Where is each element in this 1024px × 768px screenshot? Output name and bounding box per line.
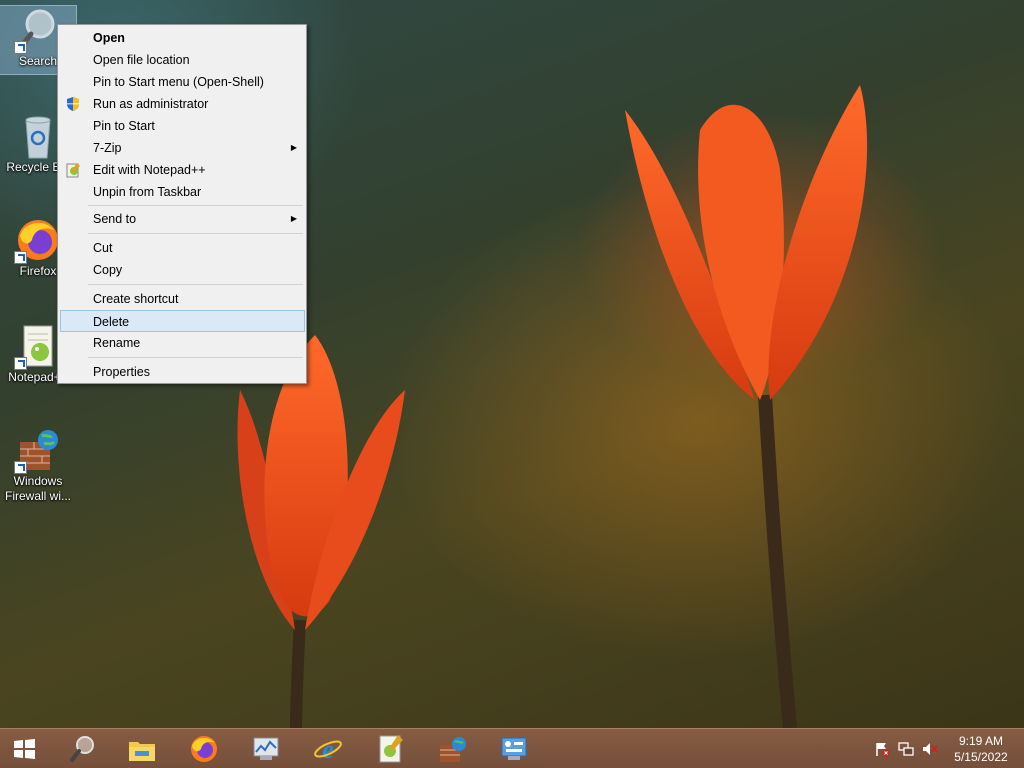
firefox-icon (14, 216, 62, 264)
notepadpp-icon (14, 322, 62, 370)
taskbar-internet-explorer[interactable]: e (306, 731, 350, 767)
menu-item-properties[interactable]: Properties (60, 361, 305, 383)
system-clock[interactable]: 9:19 AM 5/15/2022 (946, 733, 1016, 765)
desktop-icon-firewall[interactable]: Windows Firewall wi... (0, 422, 76, 504)
submenu-arrow-icon: ▶ (290, 143, 297, 152)
search-icon (70, 736, 94, 762)
menu-separator (88, 205, 303, 206)
submenu-arrow-icon: ▶ (290, 214, 297, 223)
svg-text:e: e (322, 735, 334, 764)
taskbar-firefox[interactable] (182, 731, 226, 767)
taskbar-file-explorer[interactable] (120, 731, 164, 767)
taskbar-notepadpp[interactable] (368, 731, 412, 767)
resource-monitor-icon (253, 737, 279, 760)
menu-item-unpin-taskbar[interactable]: Unpin from Taskbar (60, 181, 305, 203)
start-button[interactable] (2, 731, 46, 767)
menu-item-copy[interactable]: Copy (60, 259, 305, 281)
magnifier-icon (14, 6, 62, 54)
menu-item-open[interactable]: Open (60, 27, 305, 49)
shortcut-arrow-icon (14, 41, 27, 54)
shortcut-arrow-icon (14, 251, 27, 264)
menu-item-run-as-admin[interactable]: Run as administrator (60, 93, 305, 115)
menu-item-open-file-location[interactable]: Open file location (60, 49, 305, 71)
menu-item-rename[interactable]: Rename (60, 332, 305, 354)
network-icon[interactable] (898, 741, 914, 757)
firefox-icon (191, 736, 217, 762)
taskbar-resource-monitor[interactable] (244, 731, 288, 767)
menu-item-send-to[interactable]: Send to ▶ (60, 208, 305, 230)
recycle-bin-icon (14, 112, 62, 160)
internet-explorer-icon: e (314, 735, 342, 764)
notepadpp-icon (379, 735, 403, 763)
menu-item-create-shortcut[interactable]: Create shortcut (60, 288, 305, 310)
menu-item-edit-notepadpp[interactable]: Edit with Notepad++ (60, 159, 305, 181)
context-menu: Open Open file location Pin to Start men… (57, 24, 307, 384)
clock-date: 5/15/2022 (954, 750, 1008, 764)
menu-separator (88, 284, 303, 285)
control-panel-icon (501, 737, 527, 760)
menu-item-pin-start-menu[interactable]: Pin to Start menu (Open-Shell) (60, 71, 305, 93)
action-center-flag-icon[interactable] (874, 741, 890, 757)
uac-shield-icon (65, 96, 81, 112)
notepadpp-icon (65, 162, 81, 178)
menu-item-cut[interactable]: Cut (60, 237, 305, 259)
menu-item-pin-to-start[interactable]: Pin to Start (60, 115, 305, 137)
file-explorer-icon (129, 742, 155, 761)
desktop-icon-label: Windows Firewall wi... (4, 474, 71, 503)
start-icon (14, 739, 35, 759)
menu-separator (88, 357, 303, 358)
taskbar: e 9:19 AM 5/15/2022 (0, 728, 1024, 768)
menu-item-7zip[interactable]: 7-Zip ▶ (60, 137, 305, 159)
firewall-icon (14, 426, 62, 474)
taskbar-firewall[interactable] (430, 731, 474, 767)
taskbar-search-button[interactable] (60, 731, 104, 767)
menu-item-delete[interactable]: Delete (60, 310, 305, 332)
firewall-icon (440, 737, 466, 762)
taskbar-control-panel[interactable] (492, 731, 536, 767)
shortcut-arrow-icon (14, 357, 27, 370)
volume-muted-icon[interactable] (922, 741, 938, 757)
clock-time: 9:19 AM (958, 734, 1004, 748)
shortcut-arrow-icon (14, 461, 27, 474)
menu-separator (88, 233, 303, 234)
